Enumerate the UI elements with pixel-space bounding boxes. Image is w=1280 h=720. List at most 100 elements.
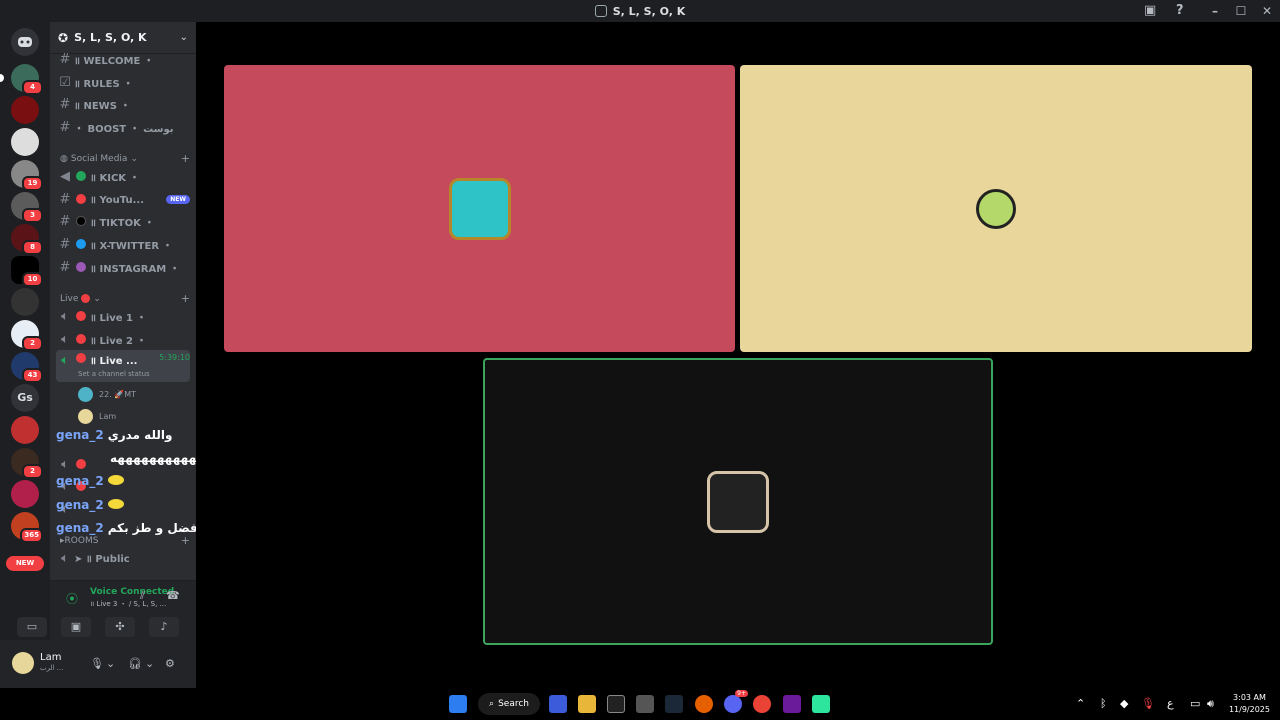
close-button[interactable]: ✕ [1254, 4, 1280, 18]
channel-x-twitter[interactable]: # ॥ X-TWITTER ・ [56, 234, 190, 254]
headphones-icon[interactable]: 🎧︎ [128, 657, 142, 670]
store-icon[interactable] [549, 695, 567, 713]
channel-kick[interactable]: ◀ ॥ KICK ・ [56, 166, 190, 186]
voice-member[interactable]: 22. 🚀MT [78, 386, 136, 402]
user-name[interactable]: Lam [40, 652, 61, 663]
microphone-icon[interactable]: 🎙︎ [1141, 697, 1155, 710]
screen-share-button[interactable]: ▣ [61, 617, 91, 637]
volume-icon[interactable]: 🔊︎ [1207, 697, 1214, 711]
hash-icon: # [59, 191, 71, 207]
app-icon[interactable] [812, 695, 830, 713]
channel-news[interactable]: # ॥ NEWS ・ [56, 94, 190, 114]
server-icon[interactable]: 43 [11, 352, 43, 383]
voice-channel-path[interactable]: ॥ Live 3 ・ / S, L, S, ... [90, 599, 166, 609]
app-tray-icon[interactable]: ◆ [1120, 697, 1128, 710]
avatar[interactable] [12, 652, 34, 674]
category-social-media[interactable]: ◍ Social Media ⌄ + [60, 152, 190, 165]
participant-tile[interactable] [740, 65, 1252, 352]
add-channel-icon[interactable]: + [181, 152, 190, 165]
user-status: الرب ... [40, 664, 64, 672]
server-icon[interactable]: 8 [11, 224, 43, 255]
server-icon[interactable]: 2 [11, 448, 43, 479]
steam-icon[interactable] [665, 695, 683, 713]
title-bar: S, L, S, O, K ▣ ? – ☐ ✕ [0, 0, 1280, 22]
chevron-down-icon[interactable]: ⌄ [145, 657, 154, 670]
globe-icon: ◍ [60, 153, 68, 164]
server-icon[interactable] [11, 480, 39, 508]
network-icon[interactable]: ▭ [1190, 697, 1200, 710]
server-icon[interactable]: Gs [11, 384, 39, 412]
server-icon[interactable] [11, 128, 39, 156]
channel-tiktok[interactable]: # ॥ TIKTOK ・ [56, 211, 190, 231]
chevron-up-icon[interactable]: ⌃ [1076, 697, 1085, 710]
channel-youtube[interactable]: # ॥ YouTu... NEW [56, 189, 190, 209]
overlay-message: gena_2 [56, 498, 124, 512]
server-icon[interactable] [11, 288, 39, 316]
bluetooth-icon[interactable]: ᛒ [1100, 697, 1107, 710]
clock[interactable]: 3:03 AM 11/9/2025 [1229, 692, 1270, 716]
voice-member[interactable]: Lam [78, 408, 116, 424]
overlay-message: gena_2 [56, 474, 124, 488]
activities-button[interactable]: ✣ [105, 617, 135, 637]
chrome-icon[interactable] [753, 695, 771, 713]
camera-off-button[interactable]: ▭ [17, 617, 47, 637]
voice-status-title[interactable]: Voice Connected [90, 587, 174, 597]
discord-home-button[interactable] [11, 28, 39, 56]
maximize-button[interactable]: ☐ [1228, 4, 1254, 18]
voice-duration: 5:39:10 [159, 353, 190, 362]
voice-channel-live-2[interactable]: 🔈︎ ॥ Live 2 ・ [56, 329, 190, 349]
noise-suppression-icon[interactable]: ⫽ [140, 589, 145, 603]
screen-share-icon[interactable]: ▣ [1144, 3, 1156, 18]
channel-boost[interactable]: # ・ BOOST ・ بوست [56, 117, 190, 137]
help-icon[interactable]: ? [1176, 3, 1184, 18]
channel-instagram[interactable]: # ॥ INSTAGRAM ・ [56, 257, 190, 277]
soundboard-button[interactable]: ♪ [149, 617, 179, 637]
microphone-icon[interactable]: 🎙︎ [90, 657, 104, 670]
add-channel-icon[interactable]: + [181, 534, 190, 547]
channel-rules[interactable]: ☑ ॥ RULES ・ [56, 72, 190, 92]
firefox-icon[interactable] [695, 695, 713, 713]
avatar [707, 470, 769, 533]
voice-channel-live-1[interactable]: 🔈︎ ॥ Live 1 ・ [56, 306, 190, 326]
server-icon[interactable]: 19 [11, 160, 43, 191]
server-icon[interactable] [11, 416, 39, 444]
app-icon [594, 5, 607, 17]
server-icon[interactable] [11, 96, 39, 124]
server-icon[interactable]: 2 [11, 320, 43, 351]
chevron-down-icon: ⌄ [179, 32, 188, 43]
voice-connected-panel: ⦿ Voice Connected ॥ Live 3 ・ / S, L, S, … [17, 580, 196, 640]
category-rooms[interactable]: ▸ ROOMS + [60, 534, 190, 547]
chevron-down-icon[interactable]: ⌄ [106, 657, 115, 670]
language-indicator[interactable]: ع [1167, 697, 1174, 710]
hash-icon: # [59, 51, 71, 67]
new-servers-pill[interactable]: NEW [6, 556, 44, 571]
avatar [448, 177, 511, 240]
speaker-icon: 🔈︎ [61, 550, 69, 566]
participant-tile-speaking[interactable] [483, 358, 993, 645]
speaker-icon: 🔈︎ [61, 353, 69, 368]
channel-status[interactable]: Set a channel status [78, 370, 150, 378]
windows-start-icon[interactable] [449, 695, 467, 713]
channel-welcome[interactable]: # ॥ WELCOME ・ [56, 49, 190, 69]
add-channel-icon[interactable]: + [181, 292, 190, 305]
rules-icon: ☑ [59, 74, 71, 90]
category-live[interactable]: Live ⌄ + [60, 292, 190, 305]
voice-channel-public[interactable]: 🔈︎ ➤ ॥ Public [56, 548, 190, 568]
server-icon[interactable]: 3 [11, 192, 43, 223]
taskbar: ⌕ Search 9+ ⌃ ᛒ ◆ 🎙︎ ع ▭ 🔊︎ 3:03 AM 11/9/… [0, 688, 1280, 720]
disconnect-icon[interactable]: ☎ [166, 589, 180, 602]
server-icon[interactable]: 4 [0, 64, 43, 95]
app-icon[interactable] [783, 695, 801, 713]
hash-icon: # [59, 96, 71, 112]
server-icon[interactable]: 10 [11, 256, 43, 287]
app-icon[interactable] [636, 695, 654, 713]
minimize-button[interactable]: – [1202, 4, 1228, 18]
participant-tile[interactable] [224, 65, 735, 352]
search-button[interactable]: ⌕ Search [478, 693, 540, 715]
overlay-message: gena_2 الافضل و طز بكم [56, 521, 211, 535]
epic-games-icon[interactable] [607, 695, 625, 713]
server-icon[interactable]: 365 [11, 512, 43, 543]
discord-taskbar-icon[interactable]: 9+ [724, 690, 748, 713]
file-explorer-icon[interactable] [578, 695, 596, 713]
settings-gear-icon[interactable]: ⚙ [165, 657, 175, 670]
